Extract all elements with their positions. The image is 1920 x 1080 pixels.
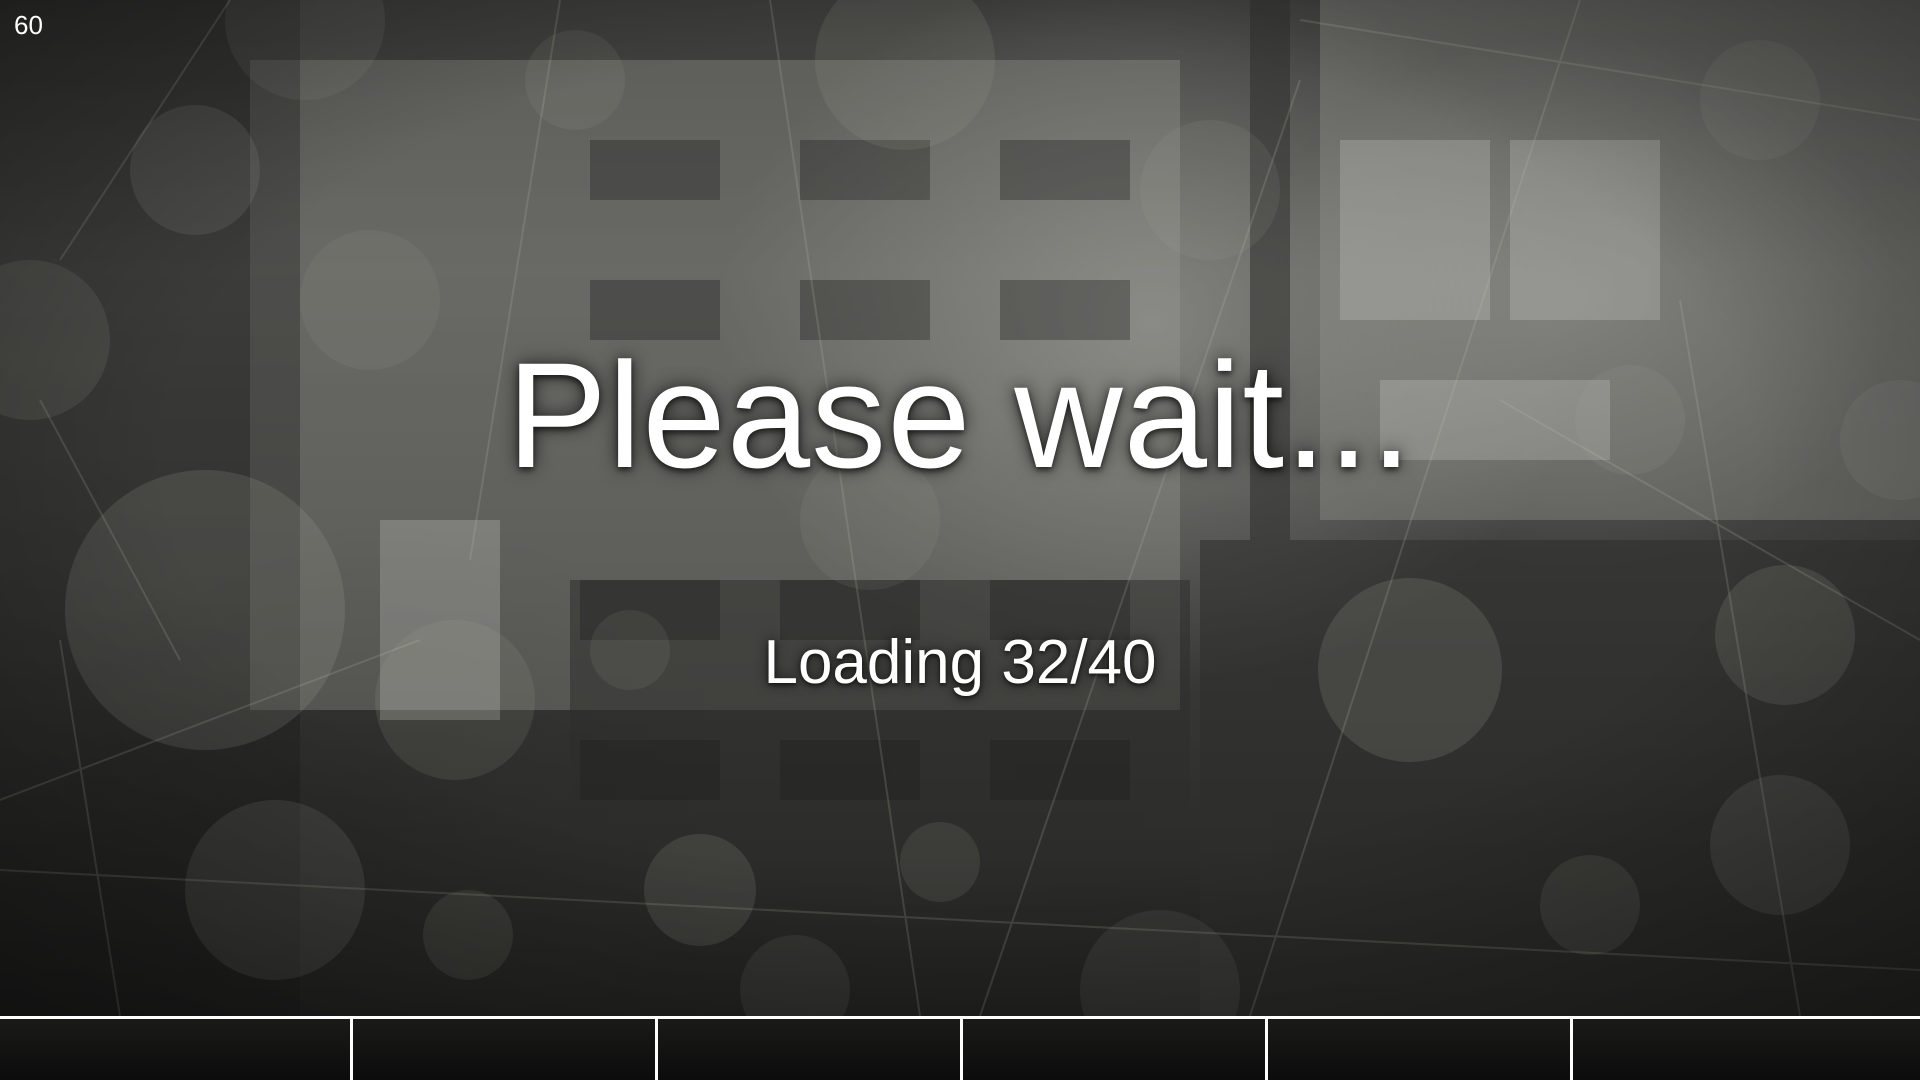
- bottom-bar: [0, 1016, 1920, 1080]
- loading-status: Loading 32/40: [763, 628, 1157, 697]
- bottom-bar-segment: [655, 1019, 960, 1080]
- fps-counter: 60: [14, 10, 43, 40]
- bottom-bar-segment: [1265, 1019, 1570, 1080]
- bottom-bar-segment: [1570, 1019, 1920, 1080]
- bokeh-overlay: [0, 0, 1920, 1070]
- bottom-bar-segment: [350, 1019, 655, 1080]
- bottom-bar-segment: [960, 1019, 1265, 1080]
- page-title: Please wait...: [506, 331, 1414, 499]
- bottom-bar-segment: [0, 1019, 350, 1080]
